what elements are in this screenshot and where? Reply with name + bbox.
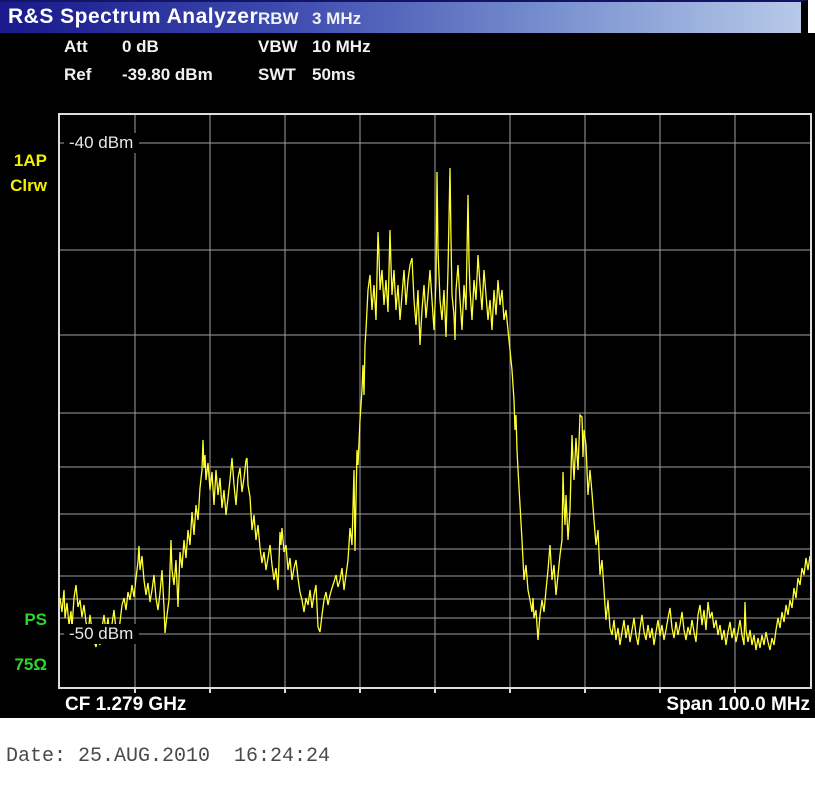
ref-line-label-50dbm: -50 dBm [64,624,139,644]
trace-number-label: 1AP [0,151,47,171]
center-frequency-readout: CF 1.279 GHz [58,694,186,716]
rbw-label: RBW [258,9,312,29]
swt-setting: SWT50ms [258,65,355,85]
swt-label: SWT [258,65,312,85]
date-time-stamp: Date: 25.AUG.2010 16:24:24 [6,745,330,768]
title-bar: R&S Spectrum Analyzer [0,0,808,33]
spectrum-plot [60,115,810,687]
vbw-setting: VBW10 MHz [258,37,371,57]
trace-mode-label: Clrw [0,176,47,196]
vbw-label: VBW [258,37,312,57]
att-label: Att [64,37,122,57]
att-value: 0 dB [122,37,159,56]
ref-setting: Ref-39.80 dBm [64,65,213,85]
instrument-panel: RBW3 MHz Att0 dB VBW10 MHz Ref-39.80 dBm… [0,33,815,718]
ref-value: -39.80 dBm [122,65,213,84]
screenshot-footer: Date: 25.AUG.2010 16:24:24 [0,718,815,791]
rbw-value: 3 MHz [312,9,361,28]
ref-line-label-40dbm: -40 dBm [64,133,139,153]
vbw-value: 10 MHz [312,37,371,56]
span-readout: Span 100.0 MHz [666,694,812,716]
ref-label: Ref [64,65,122,85]
graph-area: -40 dBm -50 dBm [58,113,812,689]
app-title: R&S Spectrum Analyzer [8,5,258,29]
status-ps-label: PS [0,610,47,630]
swt-value: 50ms [312,65,355,84]
att-setting: Att0 dB [64,37,159,57]
rbw-setting: RBW3 MHz [258,9,361,29]
impedance-label: 75Ω [0,655,47,675]
frequency-row: CF 1.279 GHz Span 100.0 MHz [58,691,812,719]
